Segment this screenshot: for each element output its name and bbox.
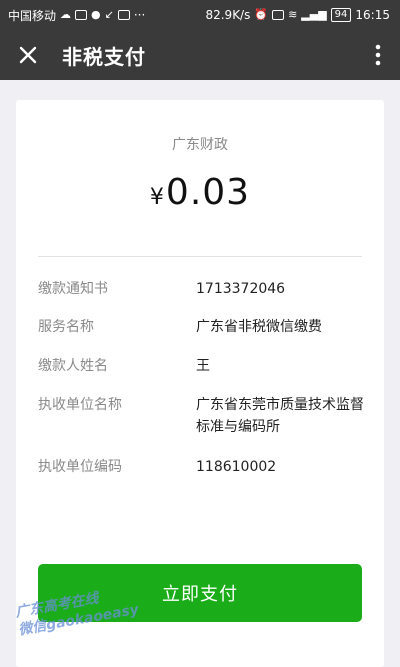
hd-icon: [272, 10, 285, 20]
detail-label: 缴款人姓名: [38, 358, 108, 374]
detail-label: 缴款通知书: [38, 281, 108, 297]
alarm-icon: ⏰: [254, 8, 269, 21]
status-bar-left: 中国移动 ☁ ● ↙ ···: [8, 7, 145, 24]
detail-row-collecting-unit-code: 执收单位编码 118610002: [38, 456, 368, 478]
detail-value: 1713372046: [196, 281, 286, 297]
navigation-bar: 非税支付: [0, 30, 400, 80]
payment-card: 广东财政 ¥0.03 缴款通知书 1713372046 服务名称 广东省非税微信…: [16, 100, 384, 667]
wifi-icon: ≋: [288, 8, 298, 21]
detail-value: 广东省东莞市质量技术监督标准与编码所: [196, 397, 364, 435]
carrier-name: 中国移动: [8, 8, 57, 23]
detail-value: 118610002: [196, 459, 277, 475]
detail-row-notice-number: 缴款通知书 1713372046: [38, 278, 368, 300]
detail-row-service-name: 服务名称 广东省非税微信缴费: [38, 316, 368, 338]
more-notifications-indicator: ···: [133, 8, 146, 22]
close-button[interactable]: [0, 30, 56, 80]
gallery-icon: [117, 10, 130, 20]
detail-row-collecting-unit-name: 执收单位名称 广东省东莞市质量技术监督标准与编码所: [38, 394, 368, 438]
detail-label: 执收单位名称: [38, 397, 122, 413]
more-menu-button[interactable]: [356, 30, 400, 80]
status-bar-right: 82.9K/s ⏰ ≋ ▂▄▆ 94 16:15: [205, 8, 390, 22]
divider: [38, 256, 362, 257]
status-bar: 中国移动 ☁ ● ↙ ··· 82.9K/s ⏰ ≋ ▂▄▆ 94 16:15: [0, 0, 400, 30]
clock: 16:15: [355, 8, 390, 22]
detail-value: 王: [196, 358, 210, 374]
signal-icon: ▂▄▆: [301, 8, 327, 21]
pay-now-button[interactable]: 立即支付: [38, 564, 362, 622]
detail-row-payer-name: 缴款人姓名 王: [38, 355, 368, 377]
close-icon: [19, 46, 37, 64]
detail-label: 服务名称: [38, 319, 94, 335]
currency-symbol: ¥: [149, 185, 164, 210]
page-title: 非税支付: [62, 44, 146, 69]
more-vertical-icon: [375, 44, 381, 66]
cloud-icon: ☁: [60, 8, 72, 21]
missed-call-icon: ↙: [104, 8, 114, 21]
network-speed: 82.9K/s: [205, 8, 251, 22]
amount-value: 0.03: [165, 172, 251, 213]
app-notification-icon: [75, 10, 88, 20]
detail-value: 广东省非税微信缴费: [196, 319, 322, 335]
detail-label: 执收单位编码: [38, 459, 122, 475]
payment-amount: ¥0.03: [16, 172, 384, 213]
battery-level: 94: [330, 8, 352, 22]
chat-bubble-icon: ●: [91, 8, 101, 21]
payee-name: 广东财政: [172, 137, 228, 153]
